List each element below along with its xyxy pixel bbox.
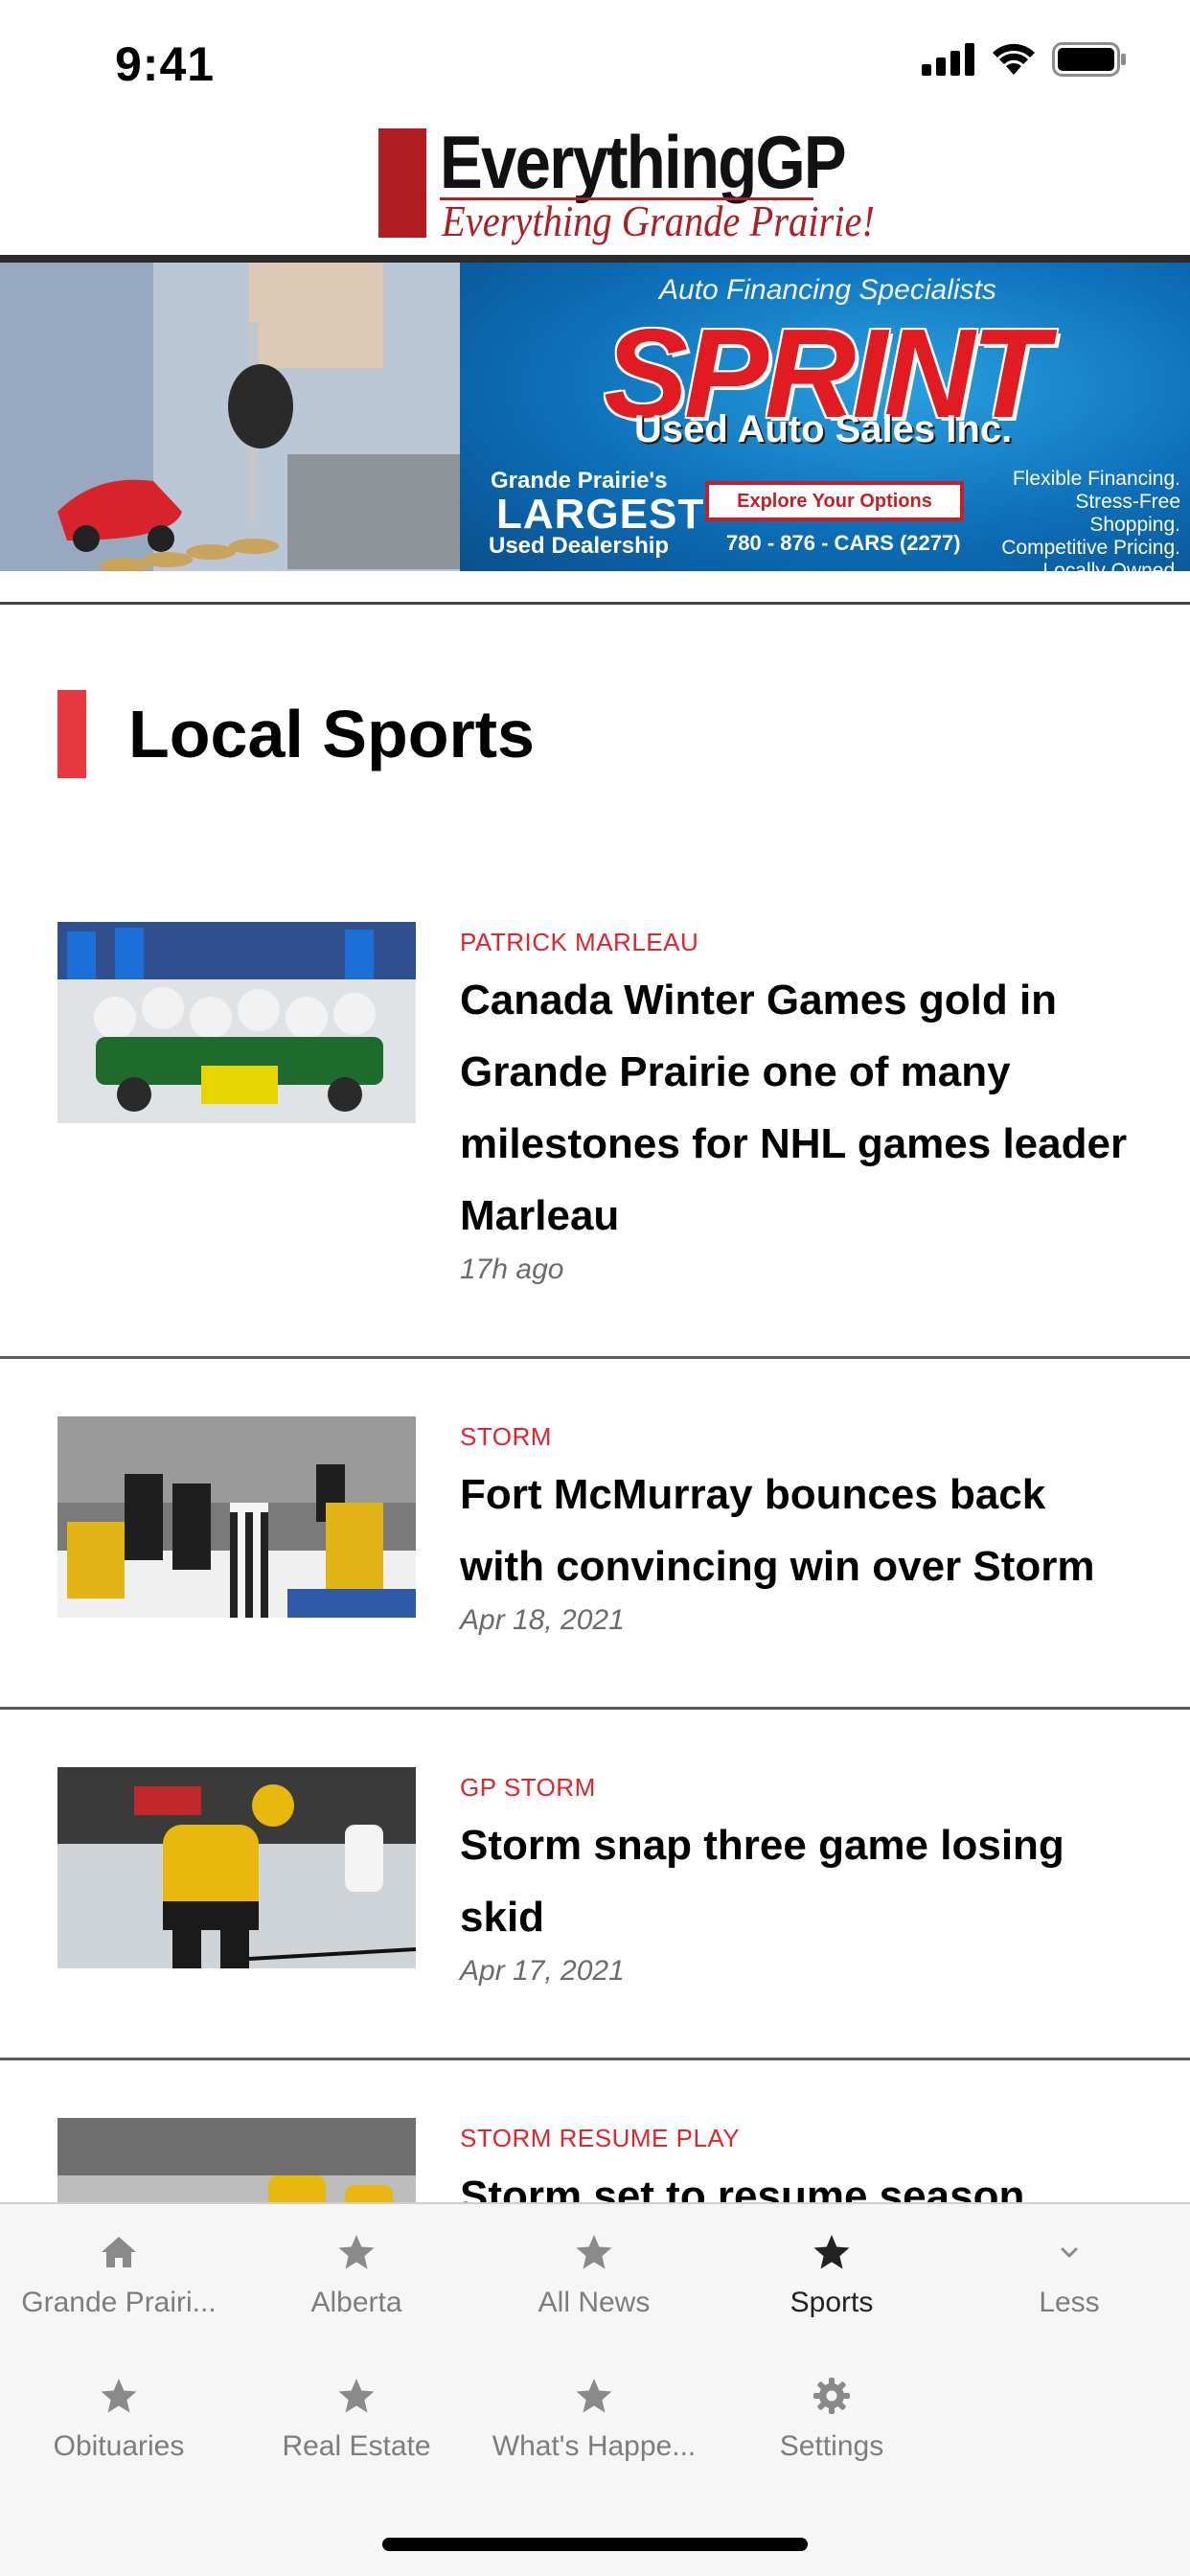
article-item[interactable]: PATRICK MARLEAU Canada Winter Games gold… — [0, 922, 1190, 1359]
tab-label: Sports — [790, 2287, 874, 2318]
tab-grande-prairie[interactable]: Grande Prairi... — [0, 2231, 238, 2319]
logo-tagline: Everything Grande Prairie! — [442, 196, 875, 245]
article-category[interactable]: GP STORM — [460, 1773, 596, 1803]
article-thumbnail[interactable] — [57, 1416, 416, 1618]
cellular-signal-icon — [922, 43, 974, 76]
battery-icon — [1052, 42, 1126, 77]
tab-label: Real Estate — [282, 2430, 431, 2462]
tab-obituaries[interactable]: Obituaries — [0, 2375, 238, 2463]
article-item[interactable]: GP STORM Storm snap three game losing sk… — [0, 1767, 1190, 2060]
bottom-tab-bar: Grande Prairi... Alberta All News Sports… — [0, 2202, 1190, 2576]
section-title: Local Sports — [128, 697, 535, 771]
article-title[interactable]: Canada Winter Games gold in Grande Prair… — [460, 964, 1140, 1252]
ad-copy-panel: Auto Financing Specialists SPRINT Used A… — [460, 263, 1190, 571]
tab-all-news[interactable]: All News — [475, 2231, 713, 2319]
ad-claim-line2: LARGEST — [496, 491, 705, 538]
ad-company: Used Auto Sales Inc. — [634, 408, 1013, 450]
article-category[interactable]: STORM — [460, 1422, 552, 1452]
article-category[interactable]: PATRICK MARLEAU — [460, 928, 698, 957]
app-header: EverythingGP Everything Grande Prairie! — [0, 120, 1190, 255]
tab-label: What's Happe... — [492, 2430, 697, 2462]
logo-red-bar — [378, 128, 426, 238]
tab-label: Less — [1039, 2287, 1100, 2318]
gear-icon — [813, 2378, 850, 2414]
status-icons — [922, 42, 1127, 77]
article-divider — [0, 1707, 1190, 1710]
article-title[interactable]: Fort McMurray bounces back with convinci… — [460, 1459, 1140, 1602]
star-icon — [101, 2379, 137, 2413]
tab-label: Obituaries — [53, 2430, 185, 2462]
star-icon — [576, 2235, 612, 2269]
star-icon — [576, 2379, 612, 2413]
star-icon — [338, 2379, 375, 2413]
article-thumbnail[interactable] — [57, 922, 416, 1123]
status-bar: 9:41 — [0, 0, 1190, 125]
tab-alberta[interactable]: Alberta — [238, 2231, 475, 2319]
ad-explore-button[interactable]: Explore Your Options — [705, 481, 964, 521]
article-divider — [0, 2058, 1190, 2060]
article-timestamp: Apr 18, 2021 — [460, 1604, 625, 1636]
tab-real-estate[interactable]: Real Estate — [238, 2375, 475, 2463]
tab-settings[interactable]: Settings — [713, 2375, 950, 2463]
everythinggp-logo[interactable]: EverythingGP Everything Grande Prairie! — [378, 120, 875, 249]
tab-less[interactable]: Less — [950, 2231, 1188, 2319]
ad-claim-line3: Used Dealership — [489, 533, 670, 559]
article-thumbnail[interactable] — [57, 1767, 416, 1968]
star-icon — [338, 2235, 375, 2269]
star-icon — [813, 2235, 850, 2269]
article-timestamp: 17h ago — [460, 1254, 564, 1285]
chevron-down-icon — [1061, 2247, 1078, 2258]
article-item[interactable]: STORM Fort McMurray bounces back with co… — [0, 1416, 1190, 1710]
ad-phone: 780 - 876 - CARS (2277) — [726, 531, 961, 555]
tab-sports[interactable]: Sports — [713, 2231, 950, 2319]
ad-photo-car-keys — [0, 263, 460, 571]
tab-label: Settings — [779, 2430, 884, 2462]
status-time: 9:41 — [115, 37, 216, 91]
tab-label: All News — [538, 2287, 651, 2318]
article-divider — [0, 1356, 1190, 1359]
wifi-icon — [993, 43, 1035, 75]
home-icon — [102, 2237, 136, 2267]
banner-ad[interactable]: Auto Financing Specialists SPRINT Used A… — [0, 263, 1190, 571]
article-title[interactable]: Storm snap three game losing skid — [460, 1809, 1140, 1953]
banner-divider — [0, 602, 1190, 605]
logo-wordmark: EverythingGP — [440, 120, 847, 204]
home-indicator[interactable] — [382, 2538, 808, 2551]
ad-features: Flexible Financing. Stress-Free Shopping… — [1001, 468, 1180, 571]
article-timestamp: Apr 17, 2021 — [460, 1955, 625, 1987]
tab-whats-happening[interactable]: What's Happe... — [475, 2375, 713, 2463]
article-category[interactable]: STORM RESUME PLAY — [460, 2124, 740, 2153]
tab-label: Grande Prairi... — [21, 2287, 217, 2318]
tab-label: Alberta — [310, 2287, 402, 2318]
section-marker — [57, 690, 86, 778]
header-divider — [0, 255, 1190, 263]
